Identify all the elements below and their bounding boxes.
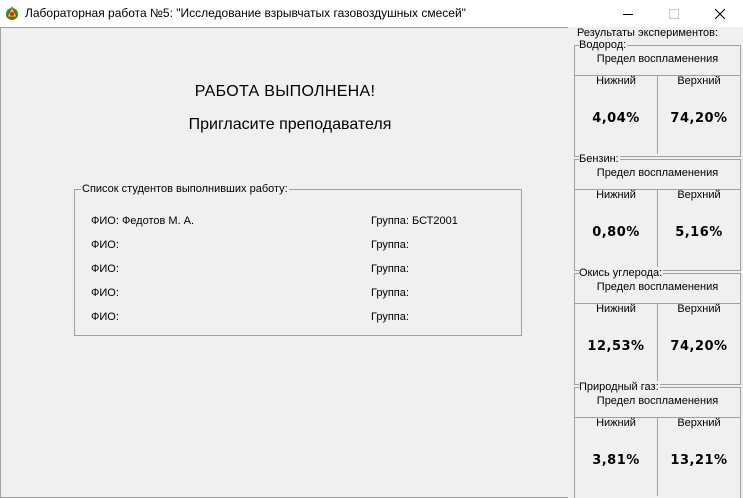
lower-limit-label: Нижний <box>596 189 636 201</box>
student-group: Группа: БСТ2001 <box>371 215 458 227</box>
student-row: ФИО: Федотов М. А. Группа: БСТ2001 <box>91 215 511 229</box>
completion-title: РАБОТА ВЫПОЛНЕНА! <box>194 83 376 100</box>
maximize-icon <box>669 8 679 19</box>
students-group: Список студентов выполнивших работу: ФИО… <box>74 183 522 336</box>
lower-limit-cell: Нижний 3,81% <box>575 417 658 496</box>
student-fio: ФИО: <box>91 287 119 299</box>
upper-limit-label: Верхний <box>677 189 721 201</box>
ignition-limit-label: Предел воспламенения <box>596 53 719 65</box>
students-legend: Список студентов выполнивших работу: <box>82 183 288 195</box>
student-fio: ФИО: <box>91 311 119 323</box>
maximize-button[interactable] <box>651 0 697 27</box>
upper-limit-cell: Верхний 74,20% <box>658 303 740 382</box>
minimize-icon <box>623 13 633 15</box>
upper-limit-label: Верхний <box>677 417 721 429</box>
gas-carbon-monoxide: Окись углерода: Предел воспламенения Ниж… <box>574 267 741 385</box>
results-caption: Результаты экспериментов: <box>577 27 719 39</box>
upper-limit-cell: Верхний 5,16% <box>658 189 740 268</box>
upper-limit-value: 5,16% <box>675 225 723 240</box>
ignition-limit-label: Предел воспламенения <box>596 167 719 179</box>
student-fio: ФИО: <box>91 263 119 275</box>
upper-limit-cell: Верхний 13,21% <box>658 417 740 496</box>
student-group: Группа: <box>371 239 409 251</box>
lower-limit-label: Нижний <box>596 75 636 87</box>
student-fio: ФИО: <box>91 239 119 251</box>
close-button[interactable] <box>697 0 743 27</box>
lower-limit-label: Нижний <box>596 303 636 315</box>
upper-limit-value: 74,20% <box>670 339 728 354</box>
student-row: ФИО: Группа: <box>91 263 511 277</box>
upper-limit-label: Верхний <box>677 303 721 315</box>
student-row: ФИО: Группа: <box>91 311 511 325</box>
student-fio: ФИО: Федотов М. А. <box>91 215 195 227</box>
app-icon <box>4 5 20 21</box>
results-panel: Результаты экспериментов: Водород: Преде… <box>571 27 743 498</box>
lower-limit-value: 4,04% <box>592 111 640 126</box>
lower-limit-value: 3,81% <box>592 453 640 468</box>
gas-name: Бензин: <box>579 153 620 165</box>
lower-limit-value: 0,80% <box>592 225 640 240</box>
lower-limit-cell: Нижний 12,53% <box>575 303 658 382</box>
gas-name: Окись углерода: <box>579 267 664 279</box>
lower-limit-label: Нижний <box>596 417 636 429</box>
upper-limit-cell: Верхний 74,20% <box>658 75 740 154</box>
upper-limit-value: 74,20% <box>670 111 728 126</box>
gas-name: Природный газ: <box>579 381 660 393</box>
student-group: Группа: <box>371 311 409 323</box>
window-title: Лабораторная работа №5: "Исследование вз… <box>25 6 466 20</box>
ignition-limit-label: Предел воспламенения <box>596 395 719 407</box>
student-group: Группа: <box>371 287 409 299</box>
gas-hydrogen: Водород: Предел воспламенения Нижний 4,0… <box>574 39 741 157</box>
student-row: ФИО: Группа: <box>91 239 511 253</box>
student-row: ФИО: Группа: <box>91 287 511 301</box>
lower-limit-cell: Нижний 0,80% <box>575 189 658 268</box>
main-panel: РАБОТА ВЫПОЛНЕНА! Пригласите преподавате… <box>0 27 568 498</box>
student-group: Группа: <box>371 263 409 275</box>
invite-message: Пригласите преподавателя <box>188 116 392 133</box>
upper-limit-label: Верхний <box>677 75 721 87</box>
ignition-limit-label: Предел воспламенения <box>596 281 719 293</box>
close-icon <box>714 8 726 19</box>
title-bar: Лабораторная работа №5: "Исследование вз… <box>0 0 743 27</box>
minimize-button[interactable] <box>605 0 651 27</box>
lower-limit-value: 12,53% <box>587 339 645 354</box>
gas-gasoline: Бензин: Предел воспламенения Нижний 0,80… <box>574 153 741 271</box>
gas-natural-gas: Природный газ: Предел воспламенения Нижн… <box>574 381 741 498</box>
gas-name: Водород: <box>579 39 628 51</box>
upper-limit-value: 13,21% <box>670 453 728 468</box>
lower-limit-cell: Нижний 4,04% <box>575 75 658 154</box>
